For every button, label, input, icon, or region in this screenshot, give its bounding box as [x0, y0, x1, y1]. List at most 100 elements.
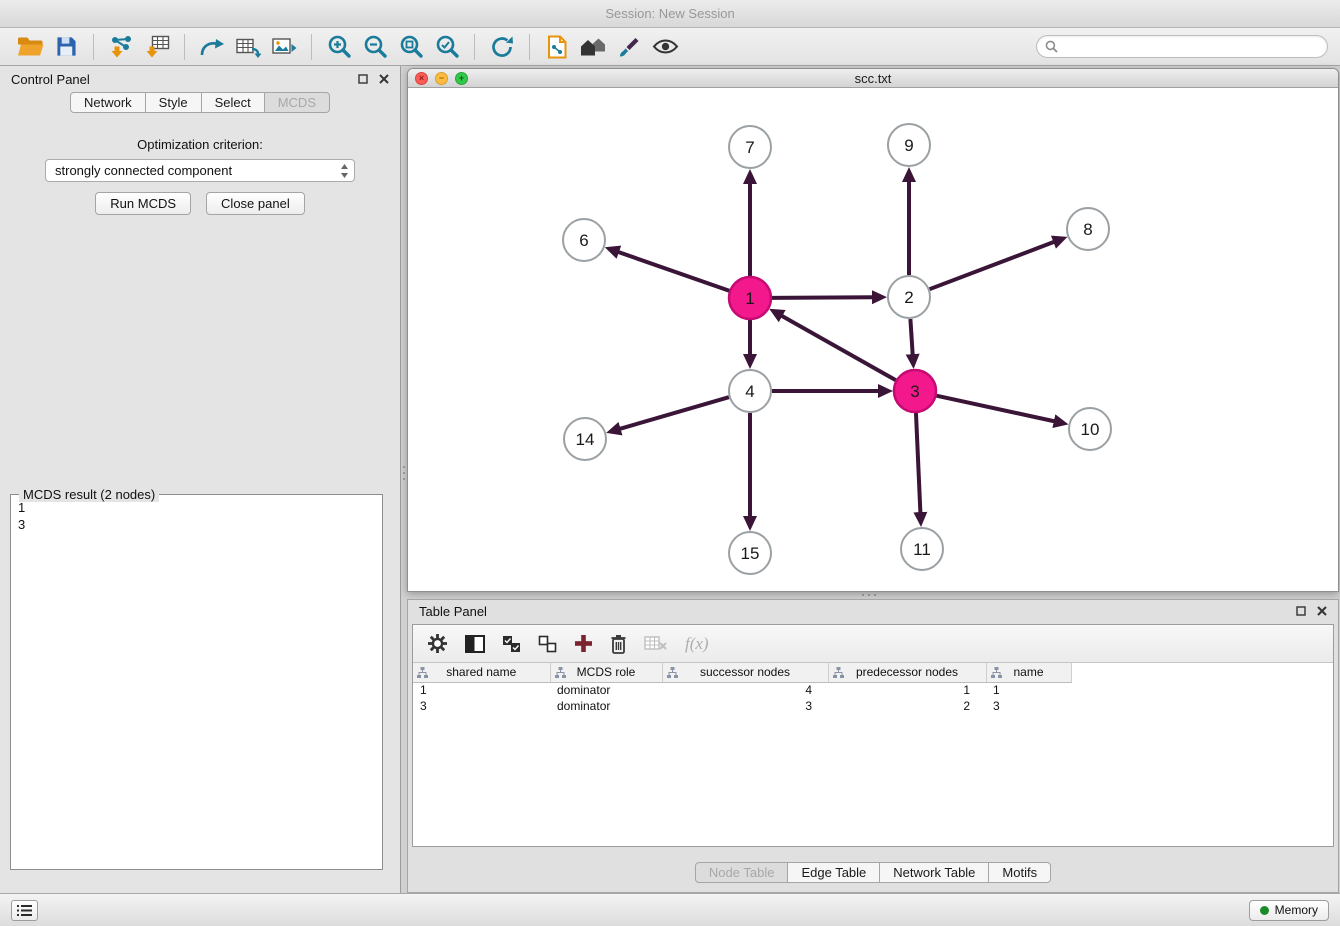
zoom-fit-button[interactable]: [393, 32, 429, 62]
graph-edge-2-8[interactable]: [930, 242, 1055, 289]
float-panel-icon[interactable]: [1296, 606, 1306, 616]
graph-edge-4-14[interactable]: [620, 397, 729, 429]
cell-shared-name[interactable]: 3: [413, 698, 550, 714]
columns-icon: [465, 635, 485, 653]
tab-network-table[interactable]: Network Table: [880, 862, 989, 883]
clone-network-icon: [199, 36, 225, 58]
cell-predecessor-nodes[interactable]: 1: [828, 682, 986, 698]
criterion-select[interactable]: strongly connected component: [45, 159, 355, 182]
new-network-from-table-button[interactable]: [230, 32, 266, 62]
refresh-view-button[interactable]: [484, 32, 520, 62]
mcds-result-box: 1 3: [10, 494, 383, 870]
show-hide-button[interactable]: [647, 32, 683, 62]
home-button[interactable]: [575, 32, 611, 62]
import-table-button[interactable]: [139, 32, 175, 62]
function-builder-button[interactable]: f(x): [685, 634, 709, 654]
graph-edge-1-6[interactable]: [618, 252, 729, 291]
import-network-icon: [109, 35, 134, 58]
zoom-in-button[interactable]: [321, 32, 357, 62]
task-history-button[interactable]: [11, 900, 38, 921]
horizontal-splitter[interactable]: [407, 592, 1339, 599]
delete-table-button[interactable]: [644, 635, 668, 652]
graph-node-1[interactable]: 1: [729, 277, 771, 319]
close-panel-icon[interactable]: [379, 74, 389, 84]
graph-node-6[interactable]: 6: [563, 219, 605, 261]
network-canvas[interactable]: 7 9 6 8 1 2 4 3 14 10 15 11: [408, 88, 1338, 591]
delete-column-button[interactable]: [610, 634, 627, 654]
column-header-shared-name[interactable]: shared name: [413, 663, 550, 682]
graph-node-4[interactable]: 4: [729, 370, 771, 412]
close-panel-icon[interactable]: [1317, 606, 1327, 616]
table-panel-header: Table Panel: [408, 600, 1338, 622]
column-header-predecessor-nodes[interactable]: predecessor nodes: [828, 663, 986, 682]
tab-network[interactable]: Network: [70, 92, 146, 113]
network-file-button[interactable]: [539, 32, 575, 62]
node-table: shared nameMCDS rolesuccessor nodesprede…: [413, 663, 1072, 714]
plus-icon: [574, 634, 593, 653]
close-panel-button[interactable]: Close panel: [206, 192, 305, 215]
graph-node-15[interactable]: 15: [729, 532, 771, 574]
column-header-mcds-role[interactable]: MCDS role: [550, 663, 662, 682]
zoom-out-button[interactable]: [357, 32, 393, 62]
minimize-window-button[interactable]: −: [435, 72, 448, 85]
memory-button[interactable]: Memory: [1249, 900, 1329, 921]
cell-predecessor-nodes[interactable]: 2: [828, 698, 986, 714]
cell-name[interactable]: 3: [986, 698, 1071, 714]
tab-node-table[interactable]: Node Table: [695, 862, 789, 883]
import-network-button[interactable]: [103, 32, 139, 62]
table-row[interactable]: 1dominator411: [413, 682, 1071, 698]
clone-network-button[interactable]: [194, 32, 230, 62]
tab-style[interactable]: Style: [146, 92, 202, 113]
table-settings-button[interactable]: [427, 633, 448, 654]
graph-edge-1-2[interactable]: [772, 297, 873, 298]
zoom-fit-icon: [399, 34, 424, 59]
close-window-button[interactable]: ×: [415, 72, 428, 85]
control-panel-title: Control Panel: [11, 72, 90, 87]
gear-icon: [427, 633, 448, 654]
graph-node-9[interactable]: 9: [888, 124, 930, 166]
graph-edge-3-11[interactable]: [916, 413, 920, 513]
tab-mcds[interactable]: MCDS: [265, 92, 330, 113]
tab-select[interactable]: Select: [202, 92, 265, 113]
export-image-button[interactable]: [266, 32, 302, 62]
zoom-window-button[interactable]: +: [455, 72, 468, 85]
show-column-button[interactable]: [465, 635, 485, 653]
save-session-button[interactable]: [48, 32, 84, 62]
run-mcds-button[interactable]: Run MCDS: [95, 192, 191, 215]
cell-mcds-role[interactable]: dominator: [550, 682, 662, 698]
cell-shared-name[interactable]: 1: [413, 682, 550, 698]
column-header-successor-nodes[interactable]: successor nodes: [662, 663, 828, 682]
zoom-selected-button[interactable]: [429, 32, 465, 62]
float-panel-icon[interactable]: [358, 74, 368, 84]
window-title: Session: New Session: [605, 6, 734, 21]
svg-text:4: 4: [745, 382, 754, 401]
deselect-all-rows-button[interactable]: [538, 635, 557, 653]
refresh-icon: [490, 35, 515, 59]
style-button[interactable]: [611, 32, 647, 62]
cell-mcds-role[interactable]: dominator: [550, 698, 662, 714]
column-header-name[interactable]: name: [986, 663, 1071, 682]
svg-text:14: 14: [576, 430, 595, 449]
search-input[interactable]: [1063, 40, 1319, 54]
tab-edge-table[interactable]: Edge Table: [788, 862, 880, 883]
graph-edge-2-3[interactable]: [910, 319, 912, 355]
graph-node-3[interactable]: 3: [894, 370, 936, 412]
zoom-out-icon: [363, 34, 388, 59]
table-row[interactable]: 3dominator323: [413, 698, 1071, 714]
graph-edge-3-1[interactable]: [781, 316, 895, 381]
cell-successor-nodes[interactable]: 3: [662, 698, 828, 714]
graph-node-7[interactable]: 7: [729, 126, 771, 168]
cell-successor-nodes[interactable]: 4: [662, 682, 828, 698]
open-session-button[interactable]: [12, 32, 48, 62]
create-column-button[interactable]: [574, 634, 593, 653]
graph-node-14[interactable]: 14: [564, 418, 606, 460]
graph-node-2[interactable]: 2: [888, 276, 930, 318]
graph-node-11[interactable]: 11: [901, 528, 943, 570]
tab-motifs[interactable]: Motifs: [989, 862, 1051, 883]
svg-text:9: 9: [904, 136, 913, 155]
graph-node-10[interactable]: 10: [1069, 408, 1111, 450]
graph-edge-3-10[interactable]: [936, 396, 1054, 422]
graph-node-8[interactable]: 8: [1067, 208, 1109, 250]
select-all-rows-button[interactable]: [502, 635, 521, 653]
cell-name[interactable]: 1: [986, 682, 1071, 698]
